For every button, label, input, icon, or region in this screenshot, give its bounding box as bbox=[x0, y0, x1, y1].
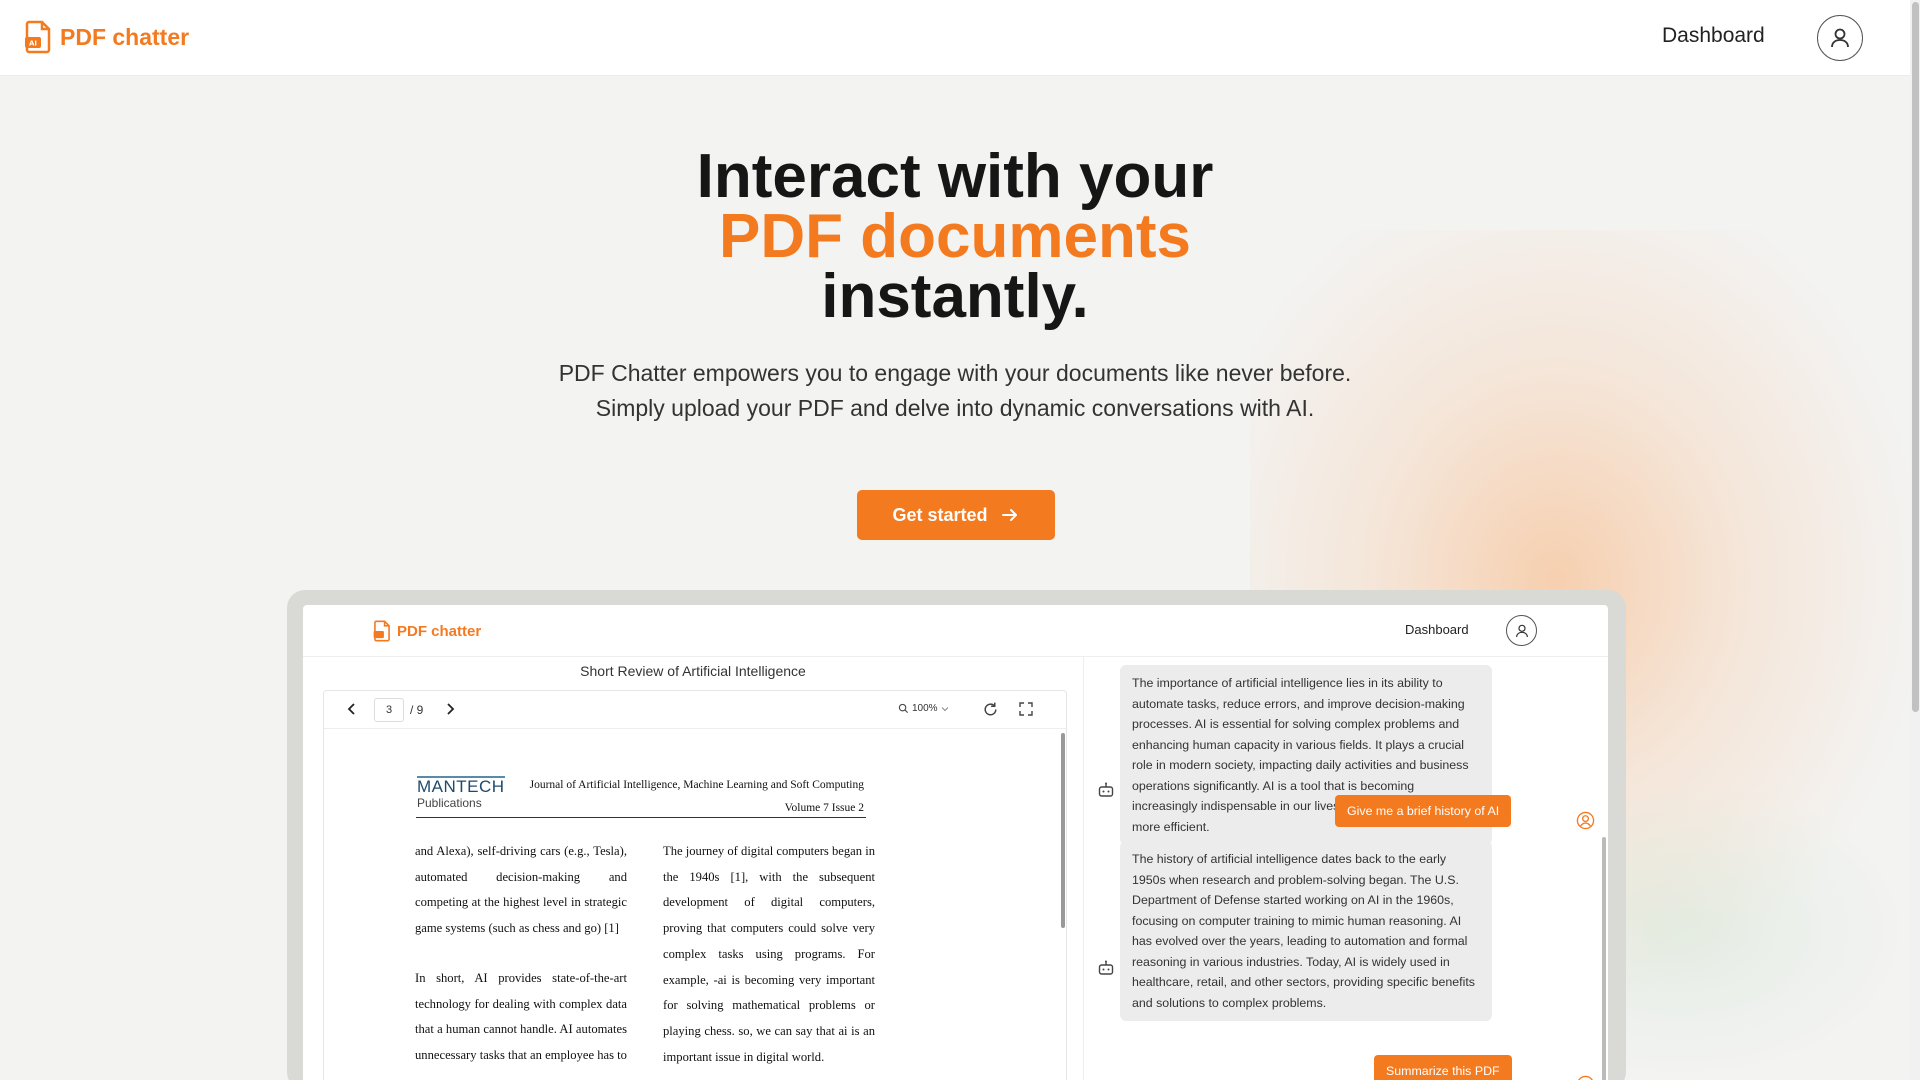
bot-message: The history of artificial intelligence d… bbox=[1120, 841, 1492, 1021]
top-navbar: AI PDF chatter Dashboard bbox=[0, 0, 1910, 76]
hero-title-line2: PDF documents bbox=[719, 202, 1191, 271]
preview-avatar bbox=[1506, 615, 1537, 646]
hero-subtitle: PDF Chatter empowers you to engage with … bbox=[558, 360, 1352, 421]
journal-name: Journal of Artificial Intelligence, Mach… bbox=[529, 779, 864, 791]
page-total: / 9 bbox=[410, 703, 424, 717]
preview-brand: PDF chatter bbox=[373, 620, 481, 642]
chevron-down-icon bbox=[941, 706, 948, 711]
brand-name: PDF chatter bbox=[60, 23, 190, 50]
svg-text:AI: AI bbox=[29, 40, 37, 48]
user-icon bbox=[1831, 28, 1849, 48]
paragraph: In short, AI provides state-of-the-art t… bbox=[415, 970, 627, 1062]
paragraph: and Alexa), self-driving cars (e.g., Tes… bbox=[415, 844, 627, 936]
chevron-right-icon bbox=[447, 703, 455, 715]
fullscreen-icon bbox=[1019, 702, 1033, 716]
preview-navbar: PDF chatter Dashboard bbox=[303, 605, 1608, 657]
user-icon bbox=[1576, 811, 1595, 830]
robot-icon bbox=[1098, 782, 1114, 797]
hero-title-line3: instantly. bbox=[821, 262, 1089, 331]
user-icon bbox=[1578, 1075, 1593, 1080]
preview-brand-name: PDF chatter bbox=[397, 622, 482, 640]
user-message: Summarize this PDF bbox=[1374, 1055, 1512, 1080]
pdf-ai-icon: AI bbox=[25, 20, 51, 54]
search-icon bbox=[898, 703, 909, 714]
paragraph: The journey of digital computers began i… bbox=[663, 844, 875, 1064]
viewer-scrollbar bbox=[1061, 733, 1065, 928]
pdf-viewer: 3 / 9 100% MANTECH Publications Journal … bbox=[323, 690, 1067, 1080]
get-started-label: Get started bbox=[892, 504, 988, 525]
zoom-control: 100% bbox=[898, 703, 949, 714]
hero-title-line1: Interact with your bbox=[696, 142, 1214, 211]
chevron-left-icon bbox=[347, 703, 355, 715]
nav-dashboard-link[interactable]: Dashboard bbox=[1662, 24, 1765, 48]
preview-app-window: PDF chatter Dashboard Short Review of Ar… bbox=[303, 605, 1608, 1080]
user-icon bbox=[1515, 624, 1528, 637]
document-column-right: The journey of digital computers began i… bbox=[663, 839, 875, 1070]
robot-icon bbox=[1098, 960, 1114, 975]
brand-logo[interactable]: AI PDF chatter bbox=[24, 20, 189, 54]
logo-sub-text: Publications bbox=[417, 796, 482, 810]
pdf-ai-icon bbox=[373, 620, 390, 642]
get-started-button[interactable]: Get started bbox=[857, 490, 1055, 540]
journal-logo: MANTECH Publications bbox=[417, 776, 505, 810]
document-column-left: and Alexa), self-driving cars (e.g., Tes… bbox=[415, 839, 627, 1069]
pdf-toolbar: 3 / 9 100% bbox=[324, 691, 1066, 729]
user-message: Give me a brief history of AI bbox=[1335, 795, 1512, 827]
page-number-input: 3 bbox=[374, 698, 404, 722]
zoom-level: 100% bbox=[912, 703, 938, 714]
document-title: Short Review of Artificial Intelligence bbox=[580, 663, 806, 679]
journal-header: Journal of Artificial Intelligence, Mach… bbox=[524, 774, 864, 820]
logo-main-text: MANTECH bbox=[417, 776, 505, 796]
page-scrollbar-thumb[interactable] bbox=[1912, 2, 1919, 712]
user-avatar-button[interactable] bbox=[1817, 15, 1863, 61]
rotate-icon bbox=[984, 702, 997, 716]
arrow-right-icon bbox=[1001, 509, 1017, 521]
preview-dashboard-link: Dashboard bbox=[1405, 622, 1469, 637]
chat-scrollbar bbox=[1602, 837, 1606, 1080]
chat-panel: The importance of artificial intelligenc… bbox=[1083, 657, 1608, 1080]
header-rule bbox=[416, 817, 866, 818]
